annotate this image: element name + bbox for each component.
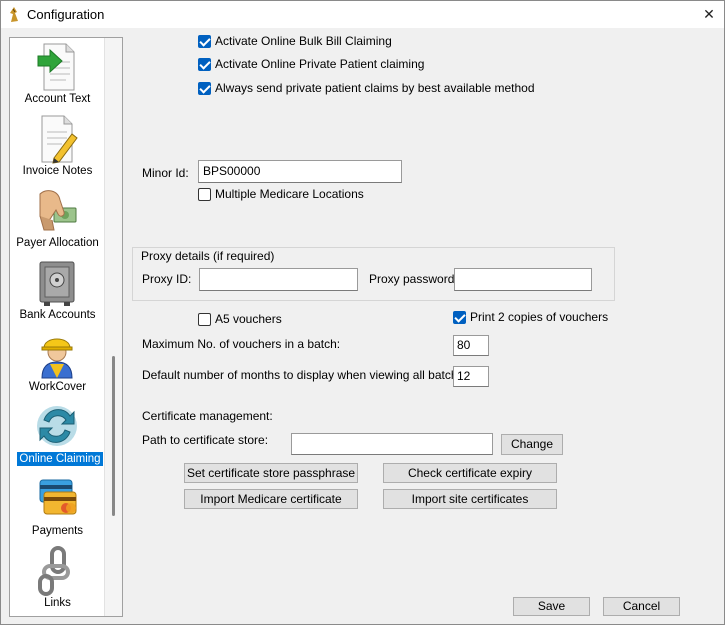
proxy-password-input[interactable]	[454, 268, 592, 291]
sidebar-item-label: Links	[44, 597, 71, 609]
import-site-button[interactable]: Import site certificates	[383, 489, 557, 509]
sidebar-scrollbar[interactable]	[104, 38, 122, 616]
default-months-input[interactable]: 12	[453, 366, 489, 387]
worker-hardhat-icon	[41, 338, 73, 379]
proxy-id-label: Proxy ID:	[142, 272, 192, 286]
app-logo-icon	[10, 7, 18, 22]
checkbox-unchecked-icon	[198, 312, 211, 326]
sidebar-item-label: Payer Allocation	[16, 237, 99, 249]
max-vouchers-label: Maximum No. of vouchers in a batch:	[142, 337, 341, 351]
sidebar-item-invoice-notes[interactable]: Invoice Notes	[10, 110, 105, 182]
cert-path-input[interactable]	[291, 433, 493, 455]
minor-id-label: Minor Id:	[142, 166, 189, 180]
sidebar-item-payments[interactable]: Payments	[10, 470, 105, 542]
title-bar: Configuration ✕	[1, 1, 724, 28]
max-vouchers-input[interactable]: 80	[453, 335, 489, 356]
checkbox-checked-icon	[198, 81, 211, 95]
sidebar-item-payer-allocation[interactable]: Payer Allocation	[10, 182, 105, 254]
best-method-checkbox[interactable]: Always send private patient claims by be…	[198, 81, 535, 95]
configuration-window: Configuration ✕ Account Text Invoice Not…	[0, 0, 725, 625]
sidebar-item-bank-accounts[interactable]: Bank Accounts	[10, 254, 105, 326]
credit-cards-icon	[39, 479, 77, 515]
bulk-bill-label: Activate Online Bulk Bill Claiming	[215, 34, 392, 48]
sidebar-scroll-thumb[interactable]	[112, 356, 115, 516]
checkbox-checked-icon	[453, 310, 466, 324]
change-button[interactable]: Change	[501, 434, 563, 455]
sidebar-item-label: Invoice Notes	[22, 165, 93, 177]
sidebar-item-label: WorkCover	[28, 381, 87, 393]
multiple-locations-checkbox[interactable]: Multiple Medicare Locations	[198, 187, 364, 201]
sidebar-item-label: Online Claiming	[17, 452, 103, 466]
cancel-button[interactable]: Cancel	[603, 597, 680, 616]
chain-links-icon	[38, 546, 70, 596]
checkbox-checked-icon	[198, 34, 211, 48]
print-two-copies-checkbox[interactable]: Print 2 copies of vouchers	[453, 310, 608, 324]
multiple-locations-label: Multiple Medicare Locations	[215, 187, 364, 201]
category-sidebar: Account Text Invoice Notes Payer Allocat…	[9, 37, 123, 617]
save-button[interactable]: Save	[513, 597, 590, 616]
proxy-details-legend: Proxy details (if required)	[138, 249, 278, 263]
print-two-copies-label: Print 2 copies of vouchers	[470, 310, 609, 324]
a5-vouchers-label: A5 vouchers	[215, 312, 282, 326]
document-arrow-icon	[37, 43, 75, 91]
default-months-label: Default number of months to display when…	[142, 368, 474, 382]
hand-money-icon	[39, 190, 77, 231]
minor-id-input[interactable]: BPS00000	[198, 160, 402, 183]
proxy-password-label: Proxy password:	[369, 272, 458, 286]
window-title: Configuration	[27, 7, 105, 22]
sidebar-item-label: Account Text	[24, 93, 91, 105]
certificate-heading: Certificate management:	[142, 409, 273, 423]
close-icon[interactable]: ✕	[694, 1, 724, 28]
sidebar-item-account-text[interactable]: Account Text	[10, 38, 105, 110]
cert-path-label: Path to certificate store:	[142, 433, 269, 447]
recycle-arrows-icon	[37, 406, 77, 446]
a5-vouchers-checkbox[interactable]: A5 vouchers	[198, 312, 282, 326]
import-medicare-button[interactable]: Import Medicare certificate	[184, 489, 358, 509]
sidebar-item-online-claiming[interactable]: Online Claiming	[10, 398, 105, 470]
sidebar-item-links[interactable]: Links	[10, 542, 105, 614]
checkbox-unchecked-icon	[198, 187, 211, 201]
proxy-id-input[interactable]	[199, 268, 358, 291]
notes-pencil-icon	[41, 115, 78, 164]
private-patient-label: Activate Online Private Patient claiming	[215, 57, 425, 71]
sidebar-item-workcover[interactable]: WorkCover	[10, 326, 105, 398]
set-passphrase-button[interactable]: Set certificate store passphrase	[184, 463, 358, 483]
safe-icon	[39, 261, 75, 306]
check-expiry-button[interactable]: Check certificate expiry	[383, 463, 557, 483]
sidebar-item-label: Payments	[31, 525, 84, 537]
checkbox-checked-icon	[198, 57, 211, 71]
bulk-bill-checkbox[interactable]: Activate Online Bulk Bill Claiming	[198, 34, 392, 48]
private-patient-checkbox[interactable]: Activate Online Private Patient claiming	[198, 57, 424, 71]
sidebar-item-label: Bank Accounts	[19, 309, 96, 321]
best-method-label: Always send private patient claims by be…	[215, 81, 535, 95]
